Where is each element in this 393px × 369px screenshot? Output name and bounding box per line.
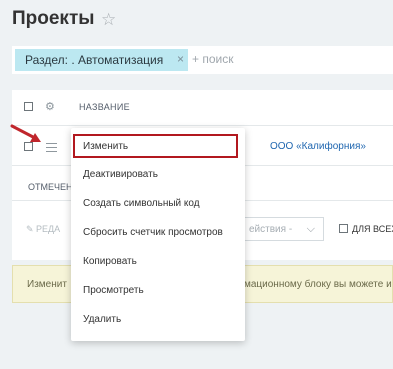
for-all-checkbox[interactable] <box>339 224 348 233</box>
menu-item-view[interactable]: Просмотреть <box>83 285 144 296</box>
notice-text-left: Изменит <box>27 279 67 290</box>
filter-bar[interactable]: Раздел: . Автоматизация × + поиск <box>12 46 393 74</box>
column-header-name[interactable]: НАЗВАНИЕ <box>79 102 130 112</box>
chip-remove-icon[interactable]: × <box>177 52 184 66</box>
search-input[interactable]: + поиск <box>192 52 233 66</box>
menu-item-deactivate[interactable]: Деактивировать <box>83 169 158 180</box>
filter-chip-label: Раздел: . Автоматизация <box>25 53 164 67</box>
for-all-label: ДЛЯ ВСЕХ <box>352 224 393 234</box>
context-menu: Изменить Деактивировать Создать символьн… <box>71 128 245 341</box>
menu-item-create-code[interactable]: Создать символьный код <box>83 198 200 209</box>
edit-action-button[interactable]: ✎ РЕДА <box>26 224 60 235</box>
chevron-down-icon: ⌵ <box>306 223 315 235</box>
actions-select-value: ействия - <box>249 224 293 235</box>
row-name-link[interactable]: ООО «Калифорния» <box>270 141 366 152</box>
gear-icon[interactable]: ⚙ <box>45 100 55 113</box>
select-all-checkbox[interactable] <box>24 102 33 111</box>
annotation-arrow-icon <box>10 124 41 142</box>
menu-item-copy[interactable]: Копировать <box>83 256 137 267</box>
notice-text-right: мационному блоку вы можете и <box>244 279 392 290</box>
selected-count-label: ОТМЕЧЕН <box>28 182 73 192</box>
menu-item-reset-views[interactable]: Сбросить счетчик просмотров <box>83 227 223 238</box>
actions-select[interactable]: ействия - ⌵ <box>244 217 324 241</box>
filter-chip[interactable]: Раздел: . Автоматизация × <box>15 49 188 71</box>
menu-item-edit[interactable]: Изменить <box>83 141 128 152</box>
page-title: Проекты <box>12 8 95 29</box>
star-icon[interactable]: ☆ <box>101 10 116 30</box>
menu-item-delete[interactable]: Удалить <box>83 314 121 325</box>
divider <box>12 125 393 126</box>
